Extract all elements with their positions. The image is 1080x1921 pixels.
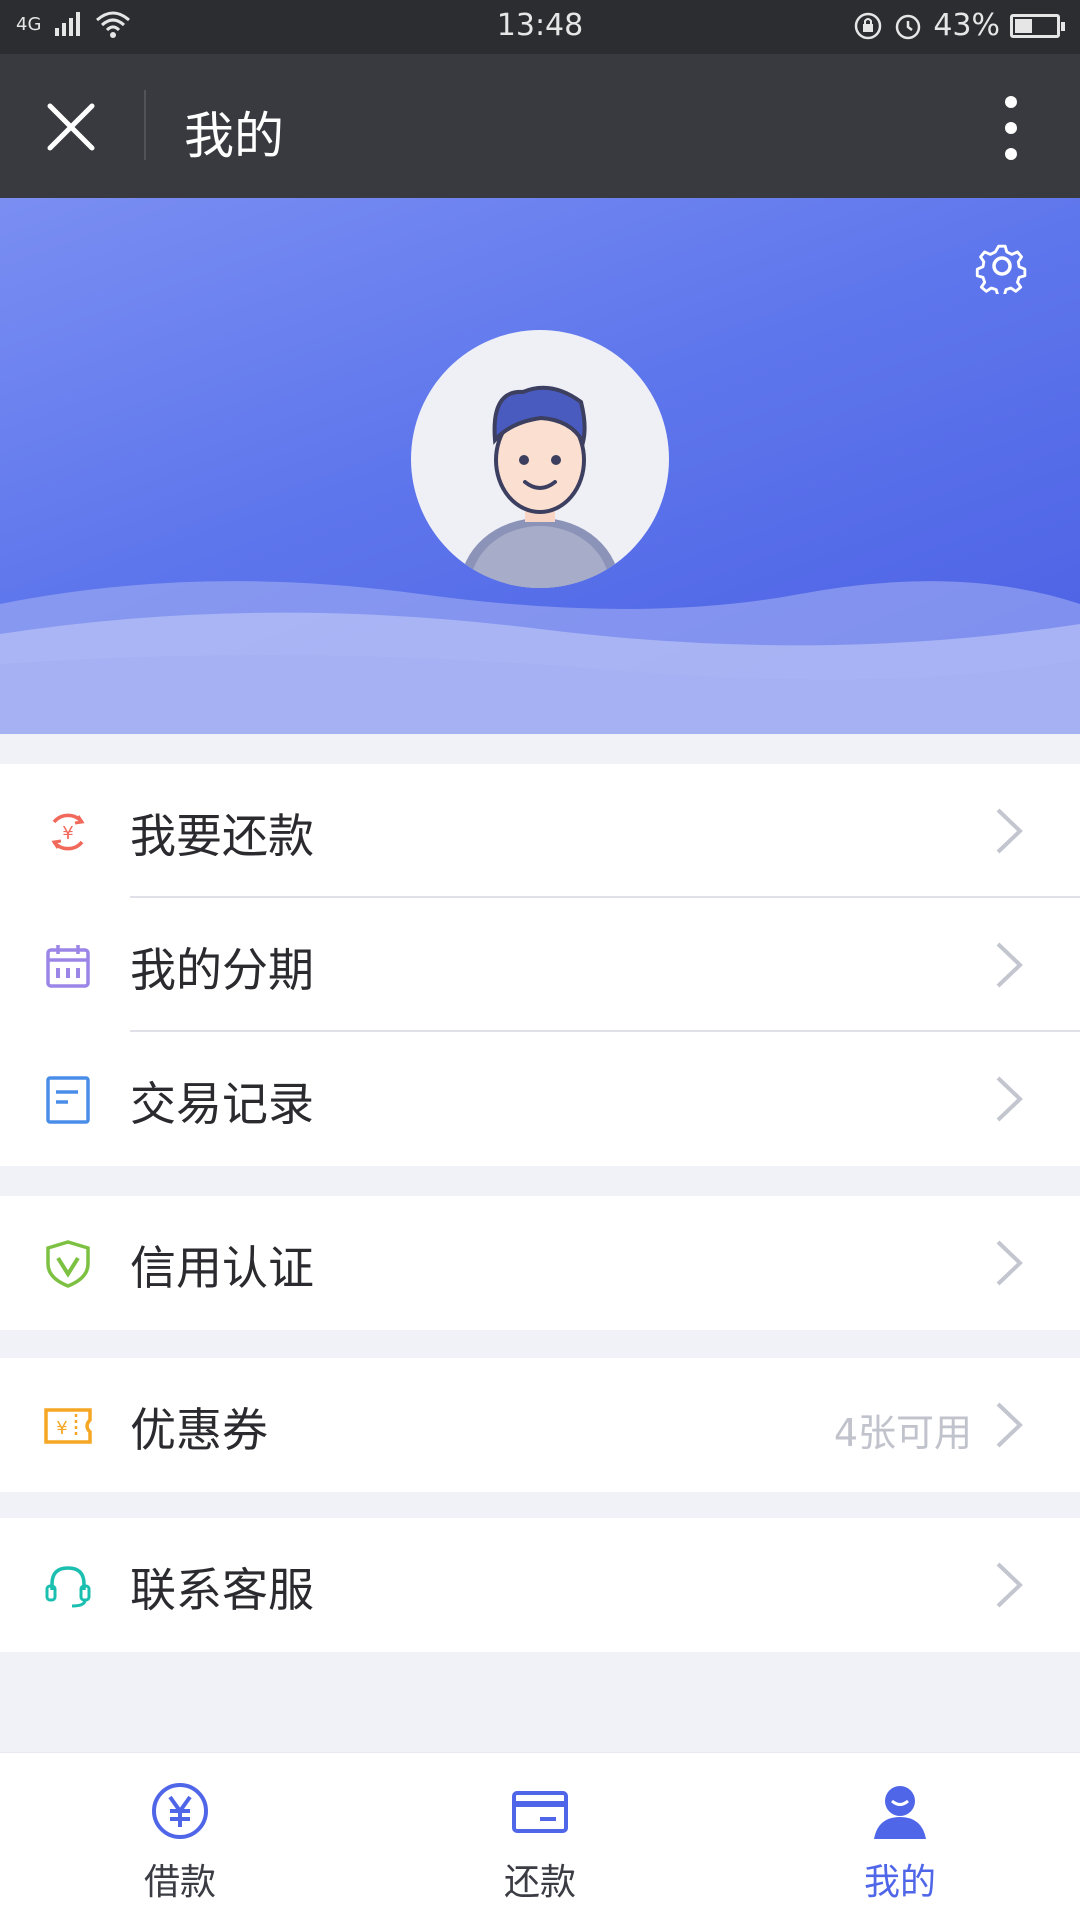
menu-group-1: ¥ 我要还款 我的分期 交易记录 — [0, 764, 1080, 1166]
menu-item-label: 优惠券 — [130, 1403, 268, 1457]
menu-item-label: 我的分期 — [130, 943, 314, 997]
title-bar: 我的 — [0, 54, 1080, 198]
menu-item-label: 交易记录 — [130, 1077, 314, 1131]
menu-item-repay[interactable]: ¥ 我要还款 — [0, 764, 1080, 898]
menu-item-label: 信用认证 — [130, 1241, 314, 1295]
profile-header — [0, 198, 1080, 734]
coupon-icon: ¥ — [44, 1408, 92, 1444]
menu-item-transactions[interactable]: 交易记录 — [0, 1032, 1080, 1166]
svg-text:¥: ¥ — [62, 823, 73, 844]
menu-item-credit-auth[interactable]: 信用认证 — [0, 1196, 1080, 1330]
headset-icon — [45, 1566, 91, 1608]
more-options-icon[interactable] — [1002, 92, 1020, 164]
settings-gear-icon[interactable] — [974, 238, 1030, 294]
menu-group-2: 信用认证 — [0, 1196, 1080, 1330]
page-title: 我的 — [184, 107, 284, 165]
chevron-right-icon — [996, 942, 1023, 988]
bottom-tab-bar: 借款 还款 我的 — [0, 1752, 1080, 1921]
status-right: 43% — [853, 8, 1065, 43]
chevron-right-icon — [996, 1240, 1023, 1286]
calendar-icon — [46, 945, 90, 988]
card-icon — [512, 1791, 568, 1833]
coupon-count: 4张可用 — [833, 1411, 972, 1455]
chevron-right-icon — [996, 1402, 1023, 1448]
repay-yen-icon: ¥ — [51, 813, 85, 851]
rotation-lock-icon — [855, 12, 882, 39]
tab-label: 借款 — [143, 1862, 216, 1903]
menu-item-label: 我要还款 — [130, 809, 314, 863]
alarm-icon — [896, 14, 921, 39]
chevron-right-icon — [996, 1562, 1023, 1608]
status-bar: 4G 13:48 43% — [0, 0, 1080, 54]
yen-circle-icon — [152, 1783, 208, 1839]
menu-group-3: ¥ 优惠券 4张可用 — [0, 1358, 1080, 1492]
document-icon — [46, 1076, 90, 1124]
tab-label: 还款 — [503, 1862, 576, 1903]
avatar[interactable] — [411, 330, 669, 588]
user-icon — [874, 1786, 926, 1839]
menu-item-customer-service[interactable]: 联系客服 — [0, 1518, 1080, 1652]
tab-borrow[interactable]: 借款 — [0, 1753, 360, 1921]
chevron-right-icon — [996, 1076, 1023, 1122]
tab-mine[interactable]: 我的 — [720, 1753, 1080, 1921]
chevron-right-icon — [996, 808, 1023, 854]
shield-check-icon — [46, 1240, 90, 1288]
avatar-illustration — [460, 385, 620, 588]
menu-item-installments[interactable]: 我的分期 — [0, 898, 1080, 1032]
tab-repay[interactable]: 还款 — [360, 1753, 720, 1921]
menu-group-4: 联系客服 — [0, 1518, 1080, 1652]
menu-item-coupons[interactable]: ¥ 优惠券 4张可用 — [0, 1358, 1080, 1492]
close-icon[interactable] — [44, 100, 98, 154]
menu-item-label: 联系客服 — [130, 1563, 314, 1617]
svg-text:¥: ¥ — [56, 1418, 67, 1439]
battery-percent: 43% — [933, 8, 1000, 43]
battery-icon — [1010, 13, 1065, 38]
title-divider — [144, 90, 146, 160]
tab-label: 我的 — [863, 1862, 936, 1903]
